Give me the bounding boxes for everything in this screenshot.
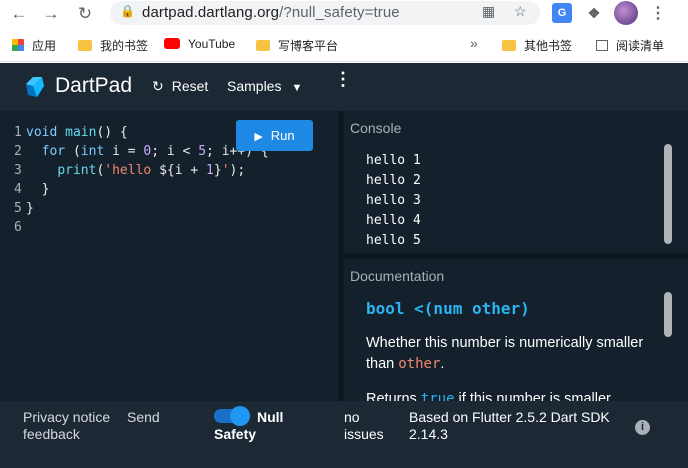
extensions-puzzle-icon[interactable]: ❖	[584, 3, 604, 23]
doc-signature: bool <(num other)	[366, 299, 530, 318]
send-feedback-link[interactable]: Send	[127, 409, 160, 426]
documentation-title: Documentation	[350, 268, 445, 284]
console-scrollbar[interactable]	[664, 144, 672, 244]
console-line: hello 2	[366, 173, 421, 188]
translate-icon[interactable]: ▦	[482, 3, 495, 20]
app-title: DartPad	[55, 74, 133, 97]
play-icon: ▶	[254, 131, 263, 143]
doc-description: Whether this number is numerically small…	[366, 335, 644, 372]
back-arrow-icon[interactable]: ←	[8, 3, 30, 25]
console-panel: Console hello 1 hello 2 hello 3 hello 4 …	[344, 111, 688, 253]
refresh-icon: ↻	[152, 78, 164, 94]
dartpad-header: DartPad ↻ Reset Samples ▼ ⋮	[0, 63, 688, 111]
bookmarks-bar: 应用 我的书签 YouTube 写博客平台 » 其他书签 阅读清单	[0, 30, 688, 62]
send-feedback-link-2[interactable]: feedback	[23, 426, 80, 443]
console-title: Console	[350, 120, 402, 136]
documentation-panel: Documentation bool <(num other) Whether …	[344, 259, 688, 401]
bookmark-apps[interactable]: 应用	[12, 37, 56, 54]
more-bookmarks-chevron-icon[interactable]: »	[470, 35, 478, 51]
doc-scrollbar[interactable]	[664, 292, 672, 337]
bookmark-my-bookmarks[interactable]: 我的书签	[78, 37, 148, 54]
lock-icon: 🔒	[120, 4, 135, 18]
reading-list[interactable]: 阅读清单	[596, 37, 664, 54]
folder-icon	[502, 40, 516, 51]
code-line: 5}	[14, 201, 34, 216]
bookmark-blog-platform[interactable]: 写博客平台	[256, 37, 338, 54]
doc-description-2: Returns true if this number is smaller	[366, 391, 611, 401]
bookmark-youtube[interactable]: YouTube	[164, 37, 235, 51]
console-line: hello 3	[366, 193, 421, 208]
samples-dropdown[interactable]: Samples ▼	[227, 78, 302, 94]
bookmark-other[interactable]: 其他书签	[502, 37, 572, 54]
reset-button[interactable]: ↻ Reset	[152, 78, 208, 95]
run-button[interactable]: ▶ Run	[236, 120, 313, 151]
more-options-icon[interactable]: ⋮	[334, 70, 352, 88]
bookmark-star-icon[interactable]: ☆	[514, 3, 527, 20]
issues-status-2[interactable]: issues	[344, 426, 384, 443]
null-safety-toggle[interactable]	[214, 406, 250, 426]
apps-grid-icon	[12, 39, 24, 51]
browser-menu-icon[interactable]: ⋮	[650, 3, 666, 23]
console-line: hello 4	[366, 213, 421, 228]
browser-toolbar: ← → ↻ 🔒 dartpad.dartlang.org/?null_safet…	[0, 0, 688, 30]
version-info-2: 2.14.3	[409, 426, 448, 442]
forward-arrow-icon[interactable]: →	[40, 3, 62, 25]
console-output: hello 1 hello 2 hello 3 hello 4 hello 5	[366, 151, 421, 251]
dart-logo-icon	[26, 77, 44, 97]
null-safety-label: Null	[257, 409, 284, 425]
issues-status[interactable]: no	[344, 409, 360, 426]
translate-extension-icon[interactable]: G	[552, 3, 572, 23]
code-line: 4 }	[14, 182, 50, 197]
profile-avatar[interactable]	[614, 1, 638, 25]
version-info: Based on Flutter 2.5.2 Dart SDK	[409, 409, 610, 425]
code-editor[interactable]: 1 void main() { 2 for (int i = 0; i < 5; …	[0, 111, 338, 401]
code-line: 6	[14, 220, 22, 235]
null-safety-label-2: Safety	[214, 426, 257, 442]
privacy-notice-link[interactable]: Privacy notice	[23, 409, 110, 426]
console-line: hello 5	[366, 233, 421, 248]
youtube-icon	[164, 38, 180, 49]
dartpad-footer: Privacy notice Send feedback Null Safety…	[0, 401, 688, 468]
url-text: dartpad.dartlang.org/?null_safety=true	[142, 4, 400, 21]
reload-icon[interactable]: ↻	[74, 3, 96, 25]
code-line: 3 print('hello ${i + 1}');	[14, 163, 246, 178]
address-bar[interactable]: 🔒 dartpad.dartlang.org/?null_safety=true	[110, 1, 540, 25]
folder-icon	[78, 40, 92, 51]
reading-list-icon	[596, 40, 608, 51]
folder-icon	[256, 40, 270, 51]
chevron-down-icon: ▼	[291, 82, 303, 94]
console-line: hello 1	[366, 153, 421, 168]
info-icon[interactable]: i	[635, 420, 650, 435]
toggle-knob	[230, 406, 250, 426]
